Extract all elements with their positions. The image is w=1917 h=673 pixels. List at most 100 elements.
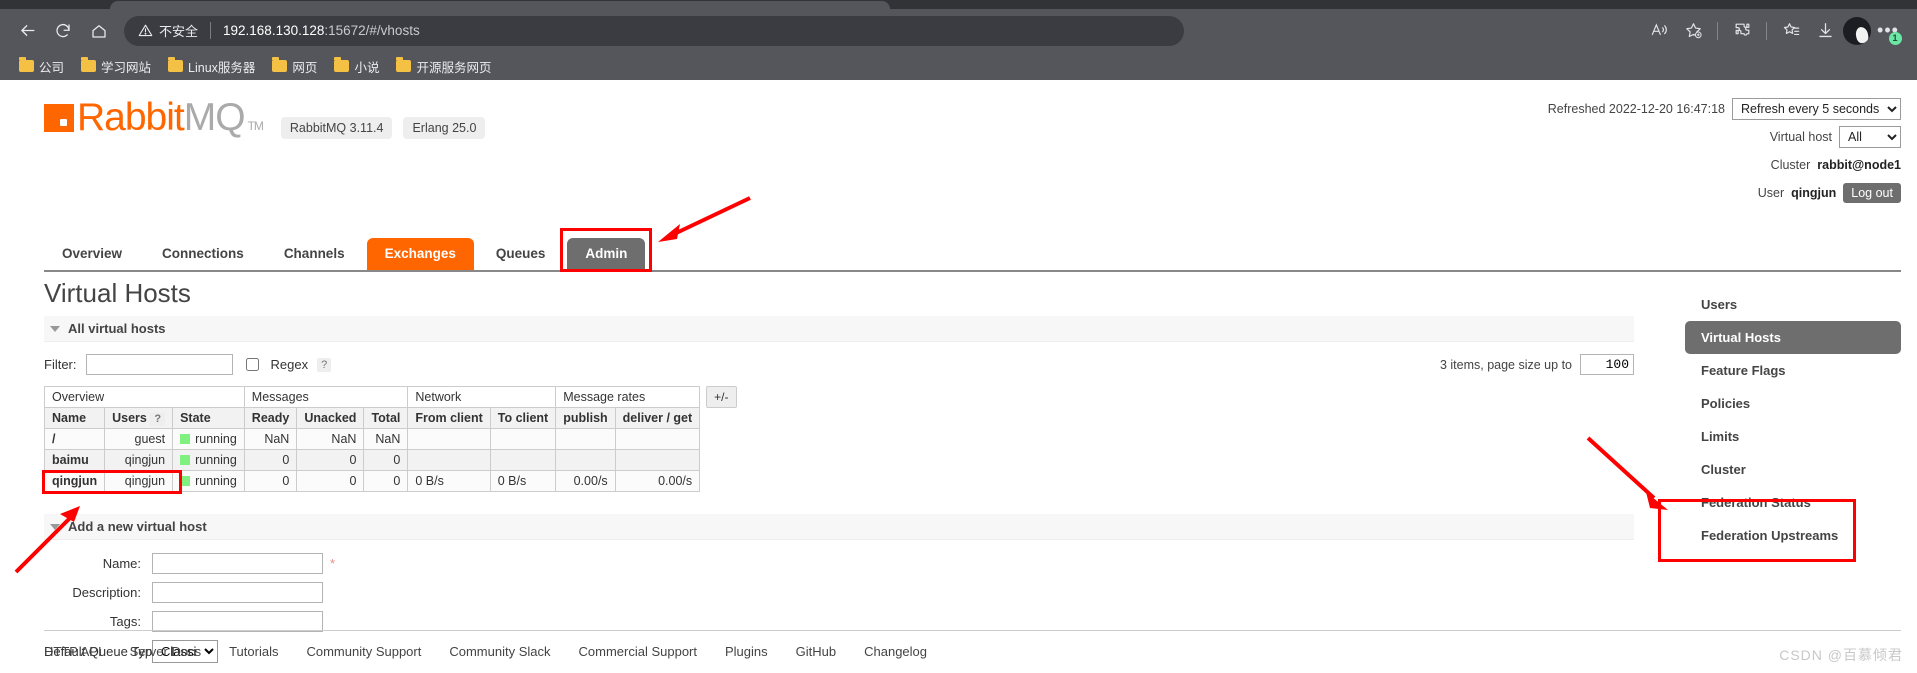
security-warning[interactable]: 不安全 [138,21,198,40]
downloads-arrow-icon[interactable] [1809,16,1841,46]
column-total[interactable]: Total [363,407,409,429]
status-block: Refreshed 2022-12-20 16:47:18 Refresh ev… [1548,98,1901,204]
column-state[interactable]: State [172,407,245,429]
footer-link-http-api[interactable]: HTTP API [44,644,102,659]
regex-help-icon[interactable]: ? [317,357,332,372]
address-bar[interactable]: 不安全 192.168.130.128:15672/#/vhosts [124,15,1184,46]
bookmark-label: 开源服务网页 [416,60,492,75]
items-info: 3 items, page size up to [1440,354,1634,375]
all-virtual-hosts-section-header[interactable]: All virtual hosts [44,316,1634,342]
tags-input[interactable] [152,611,323,632]
folder-icon [396,57,412,72]
vhost-select[interactable]: All [1839,126,1901,148]
browser-toolbar-actions: ••• 1 [1643,16,1907,46]
group-header-message-rates: Message rates [555,386,701,408]
sidebar-item-limits[interactable]: Limits [1685,420,1901,453]
regex-checkbox[interactable] [245,358,259,371]
cell-name[interactable]: qingjun [43,470,106,492]
sidebar-item-cluster[interactable]: Cluster [1685,453,1901,486]
footer-link-server-docs[interactable]: Server Docs [130,644,202,659]
page-size-input[interactable] [1580,354,1634,375]
bookmark-item[interactable]: 学习网站 [74,54,158,79]
reload-icon[interactable] [46,15,80,47]
state-label: running [195,474,237,488]
table-column-header-row: Name Users ? State Ready Unacked Total F… [43,407,701,429]
tab-channels[interactable]: Channels [266,238,363,270]
tab-exchanges[interactable]: Exchanges [366,238,474,270]
sidebar-item-policies[interactable]: Policies [1685,387,1901,420]
tab-overview[interactable]: Overview [44,238,140,270]
filter-label: Filter: [44,357,77,372]
tab-admin[interactable]: Admin [567,238,646,270]
footer-link-tutorials[interactable]: Tutorials [229,644,278,659]
collections-icon[interactable] [1775,16,1807,46]
refresh-row: Refreshed 2022-12-20 16:47:18 Refresh ev… [1548,98,1901,120]
home-icon[interactable] [82,15,116,47]
back-arrow-icon[interactable] [10,15,44,47]
footer-link-github[interactable]: GitHub [796,644,836,659]
toggle-columns-button[interactable]: +/- [706,386,737,408]
footer-links: HTTP API Server Docs Tutorials Community… [44,630,1901,659]
bookmark-item[interactable]: 小说 [327,54,386,79]
table-row[interactable]: baimu qingjun running 0 0 0 [43,449,701,471]
cell-state: running [172,449,245,471]
cell-name[interactable]: / [43,428,106,450]
table-row[interactable]: / guest running NaN NaN NaN [43,428,701,450]
column-publish[interactable]: publish [555,407,616,429]
column-ready[interactable]: Ready [243,407,298,429]
folder-icon [168,57,184,72]
refresh-interval-select[interactable]: Refresh every 5 seconds [1732,98,1901,120]
read-aloud-icon[interactable] [1643,16,1675,46]
tab-queues[interactable]: Queues [478,238,564,270]
footer-link-community-support[interactable]: Community Support [306,644,421,659]
rabbitmq-logo[interactable]: Rabbit MQ TM [44,98,264,137]
bookmark-item[interactable]: Linux服务器 [161,54,262,79]
sidebar-item-users[interactable]: Users [1685,288,1901,321]
footer-link-plugins[interactable]: Plugins [725,644,768,659]
bookmark-item[interactable]: 开源服务网页 [389,54,498,79]
column-from-client[interactable]: From client [407,407,491,429]
user-row: User qingjun Log out [1548,182,1901,204]
description-input[interactable] [152,582,323,603]
name-input[interactable] [152,553,323,574]
sidebar-item-feature-flags[interactable]: Feature Flags [1685,354,1901,387]
log-out-button[interactable]: Log out [1843,183,1901,203]
column-unacked[interactable]: Unacked [296,407,365,429]
bookmark-item[interactable]: 公司 [12,54,71,79]
sidebar-item-federation-status[interactable]: Federation Status [1685,486,1901,519]
table-row[interactable]: qingjun qingjun running 0 0 0 0 B/s 0 B/… [43,470,701,492]
cell-name[interactable]: baimu [43,449,106,471]
browser-tab-active[interactable] [110,1,890,9]
column-users[interactable]: Users ? [104,407,174,429]
chevron-down-icon[interactable] [50,325,60,332]
bookmark-item[interactable]: 网页 [265,54,324,79]
footer-link-commercial-support[interactable]: Commercial Support [579,644,698,659]
chevron-down-icon[interactable] [50,523,60,530]
sidebar-item-virtual-hosts[interactable]: Virtual Hosts [1685,321,1901,354]
users-help-icon[interactable]: ? [150,412,166,426]
folder-icon [334,57,350,72]
add-favorite-star-icon[interactable] [1677,16,1709,46]
column-deliver-get[interactable]: deliver / get [614,407,701,429]
add-vhost-section-header[interactable]: Add a new virtual host [44,514,1634,540]
menu-update-badge: 1 [1889,31,1902,45]
bookmark-label: 公司 [39,60,65,75]
sidebar-item-federation-upstreams[interactable]: Federation Upstreams [1685,519,1901,552]
warning-triangle-icon [138,24,153,37]
column-name[interactable]: Name [43,407,106,429]
version-badges: RabbitMQ 3.11.4 Erlang 25.0 [280,117,486,139]
filter-input[interactable] [85,354,233,375]
footer-link-community-slack[interactable]: Community Slack [449,644,550,659]
rabbitmq-management-page: Rabbit MQ TM RabbitMQ 3.11.4 Erlang 25.0… [0,80,1917,673]
tab-connections[interactable]: Connections [144,238,262,270]
extensions-puzzle-icon[interactable] [1726,16,1758,46]
ellipsis-menu-icon[interactable]: ••• 1 [1873,16,1903,46]
logo-trademark: TM [247,119,264,133]
column-to-client[interactable]: To client [489,407,557,429]
profile-avatar-icon[interactable] [1843,16,1871,45]
cell-state: running [172,470,245,492]
footer-link-changelog[interactable]: Changelog [864,644,927,659]
name-label: Name: [102,556,141,571]
cell-users: qingjun [104,470,174,492]
browser-chrome: 不安全 192.168.130.128:15672/#/vhosts ••• 1… [0,0,1917,80]
